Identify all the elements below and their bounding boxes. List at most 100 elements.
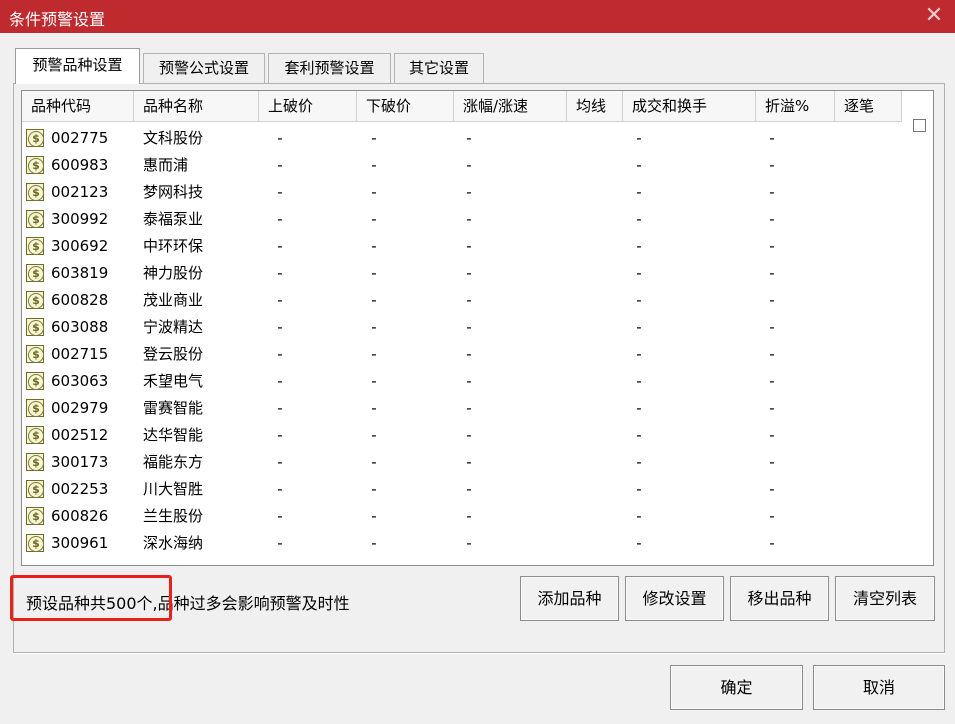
table-row[interactable]: 002715 登云股份 - - - - - xyxy=(22,341,902,368)
table-row[interactable]: 002979 雷赛智能 - - - - - xyxy=(22,395,902,422)
alert-list[interactable]: 品种代码 品种名称 上破价 下破价 涨幅/涨速 均线 成交和换手 折溢% 逐笔 … xyxy=(21,90,934,566)
cell-empty-value: - xyxy=(636,156,642,174)
cell-empty-value: - xyxy=(277,183,283,201)
table-row[interactable]: 002253 川大智胜 - - - - - xyxy=(22,476,902,503)
cell-empty-value: - xyxy=(466,372,472,390)
cell-empty-value: - xyxy=(371,183,377,201)
add-variety-button[interactable]: 添加品种 xyxy=(520,576,619,621)
cell-name: 茂业商业 xyxy=(143,291,204,309)
cell-empty-value: - xyxy=(769,345,775,363)
cell-empty-value: - xyxy=(277,507,283,525)
cell-empty-value: - xyxy=(636,210,642,228)
cell-empty-value: - xyxy=(636,399,642,417)
cell-empty-value: - xyxy=(466,183,472,201)
dollar-icon xyxy=(26,453,44,471)
header-change[interactable]: 涨幅/涨速 xyxy=(454,91,567,122)
cell-empty-value: - xyxy=(371,318,377,336)
cell-empty-value: - xyxy=(466,318,472,336)
cell-empty-value: - xyxy=(466,264,472,282)
table-row[interactable]: 002775 文科股份 - - - - - xyxy=(22,125,902,152)
cell-code: 300992 xyxy=(51,210,109,228)
cell-empty-value: - xyxy=(466,156,472,174)
table-row[interactable]: 300961 深水海纳 - - - - - xyxy=(22,530,902,557)
tab-arbitrage-settings[interactable]: 套利预警设置 xyxy=(268,53,391,83)
cell-empty-value: - xyxy=(636,453,642,471)
cell-empty-value: - xyxy=(466,291,472,309)
dollar-icon xyxy=(26,426,44,444)
cell-empty-value: - xyxy=(371,426,377,444)
tab-other-settings[interactable]: 其它设置 xyxy=(394,53,484,83)
table-row[interactable]: 600828 茂业商业 - - - - - xyxy=(22,287,902,314)
cell-empty-value: - xyxy=(769,129,775,147)
dollar-icon xyxy=(26,345,44,363)
cell-empty-value: - xyxy=(769,453,775,471)
column-checkbox[interactable] xyxy=(913,119,926,132)
table-row[interactable]: 300692 中环环保 - - - - - xyxy=(22,233,902,260)
cell-code: 002715 xyxy=(51,345,109,363)
table-row[interactable]: 300992 泰福泵业 - - - - - xyxy=(22,206,902,233)
cell-empty-value: - xyxy=(277,480,283,498)
cell-name: 宁波精达 xyxy=(143,318,204,336)
cell-empty-value: - xyxy=(636,507,642,525)
table-row[interactable]: 603088 宁波精达 - - - - - xyxy=(22,314,902,341)
cell-name: 禾望电气 xyxy=(143,372,204,390)
cell-empty-value: - xyxy=(769,237,775,255)
header-premium[interactable]: 折溢% xyxy=(756,91,835,122)
dollar-icon xyxy=(26,318,44,336)
cell-empty-value: - xyxy=(769,318,775,336)
cell-empty-value: - xyxy=(636,291,642,309)
cell-name: 达华智能 xyxy=(143,426,204,444)
header-break-down[interactable]: 下破价 xyxy=(357,91,454,122)
cell-empty-value: - xyxy=(277,156,283,174)
cell-empty-value: - xyxy=(371,372,377,390)
cell-empty-value: - xyxy=(466,480,472,498)
cell-name: 登云股份 xyxy=(143,345,204,363)
cell-empty-value: - xyxy=(371,480,377,498)
cell-code: 300961 xyxy=(51,534,109,552)
cell-name: 文科股份 xyxy=(143,129,204,147)
cell-empty-value: - xyxy=(466,453,472,471)
table-row[interactable]: 603819 神力股份 - - - - - xyxy=(22,260,902,287)
cell-empty-value: - xyxy=(371,210,377,228)
cell-code: 300692 xyxy=(51,237,109,255)
header-break-up[interactable]: 上破价 xyxy=(259,91,357,122)
dollar-icon xyxy=(26,264,44,282)
cell-name: 福能东方 xyxy=(143,453,204,471)
list-header: 品种代码 品种名称 上破价 下破价 涨幅/涨速 均线 成交和换手 折溢% 逐笔 xyxy=(22,91,902,122)
remove-variety-button[interactable]: 移出品种 xyxy=(730,576,829,621)
cell-empty-value: - xyxy=(277,345,283,363)
cell-code: 603088 xyxy=(51,318,109,336)
cell-empty-value: - xyxy=(769,183,775,201)
highlight-annotation xyxy=(10,575,172,621)
dollar-icon xyxy=(26,291,44,309)
header-ma[interactable]: 均线 xyxy=(567,91,623,122)
cell-name: 川大智胜 xyxy=(143,480,204,498)
table-row[interactable]: 603063 禾望电气 - - - - - xyxy=(22,368,902,395)
cell-empty-value: - xyxy=(466,534,472,552)
table-row[interactable]: 002123 梦网科技 - - - - - xyxy=(22,179,902,206)
cell-empty-value: - xyxy=(769,210,775,228)
tab-variety-settings[interactable]: 预警品种设置 xyxy=(15,48,140,84)
clear-list-button[interactable]: 清空列表 xyxy=(835,576,935,621)
table-row[interactable]: 600983 惠而浦 - - - - - xyxy=(22,152,902,179)
cell-code: 603819 xyxy=(51,264,109,282)
header-code[interactable]: 品种代码 xyxy=(22,91,134,122)
cancel-button[interactable]: 取消 xyxy=(813,665,945,710)
table-row[interactable]: 002512 达华智能 - - - - - xyxy=(22,422,902,449)
modify-settings-button[interactable]: 修改设置 xyxy=(625,576,724,621)
cell-empty-value: - xyxy=(769,372,775,390)
close-icon[interactable]: ✕ xyxy=(921,2,947,30)
cell-empty-value: - xyxy=(371,264,377,282)
ok-button[interactable]: 确定 xyxy=(670,665,803,710)
table-row[interactable]: 600826 兰生股份 - - - - - xyxy=(22,503,902,530)
tab-formula-settings[interactable]: 预警公式设置 xyxy=(143,53,265,83)
header-volume-turnover[interactable]: 成交和换手 xyxy=(623,91,756,122)
header-tick[interactable]: 逐笔 xyxy=(835,91,902,122)
separator xyxy=(13,653,945,654)
header-name[interactable]: 品种名称 xyxy=(134,91,259,122)
cell-empty-value: - xyxy=(277,534,283,552)
cell-empty-value: - xyxy=(636,318,642,336)
cell-empty-value: - xyxy=(769,507,775,525)
table-row[interactable]: 300173 福能东方 - - - - - xyxy=(22,449,902,476)
cell-name: 神力股份 xyxy=(143,264,204,282)
